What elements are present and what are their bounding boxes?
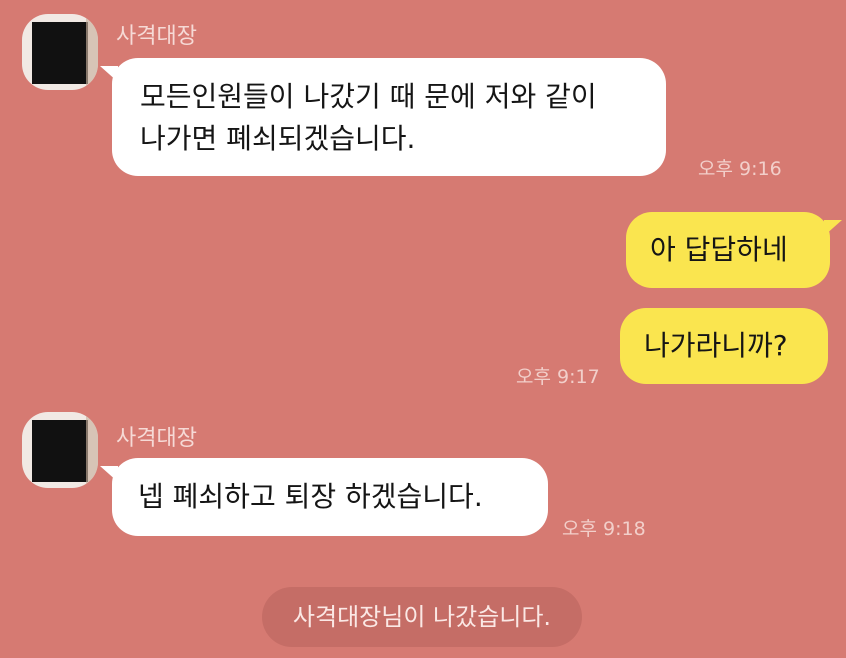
sender-name: 사격대장 [116, 426, 197, 451]
sender-name: 사격대장 [116, 24, 197, 49]
avatar-photo-edge [86, 14, 98, 90]
avatar-photo-edge [86, 412, 98, 488]
message-line: 모든인원들이 나갔기 때 문에 저와 같이 [140, 80, 597, 113]
avatar-censor-block [32, 420, 88, 482]
outgoing-message-bubble[interactable]: 아 답답하네 [626, 212, 842, 288]
outgoing-message-bubble[interactable]: 나가라니까? [620, 308, 828, 384]
message-timestamp: 오후 9:16 [698, 158, 782, 180]
incoming-message-bubble[interactable]: 넵 폐쇠하고 퇴장 하겠습니다. [100, 458, 548, 536]
message-text: 아 답답하네 [650, 233, 788, 266]
system-notice: 사격대장님이 나갔습니다. [262, 587, 582, 647]
message-text: 나가라니까? [644, 329, 788, 362]
message-text: 넵 폐쇠하고 퇴장 하겠습니다. [138, 480, 483, 513]
message-timestamp: 오후 9:17 [516, 366, 600, 388]
profile-avatar[interactable] [22, 14, 98, 90]
message-line: 나가면 폐쇠되겠습니다. [140, 122, 416, 155]
profile-avatar[interactable] [22, 412, 98, 488]
incoming-message-bubble[interactable]: 모든인원들이 나갔기 때 문에 저와 같이 나가면 폐쇠되겠습니다. [100, 58, 666, 176]
message-timestamp: 오후 9:18 [562, 518, 646, 540]
chat-room: 사격대장 모든인원들이 나갔기 때 문에 저와 같이 나가면 폐쇠되겠습니다. … [0, 0, 846, 658]
avatar-censor-block [32, 22, 88, 84]
